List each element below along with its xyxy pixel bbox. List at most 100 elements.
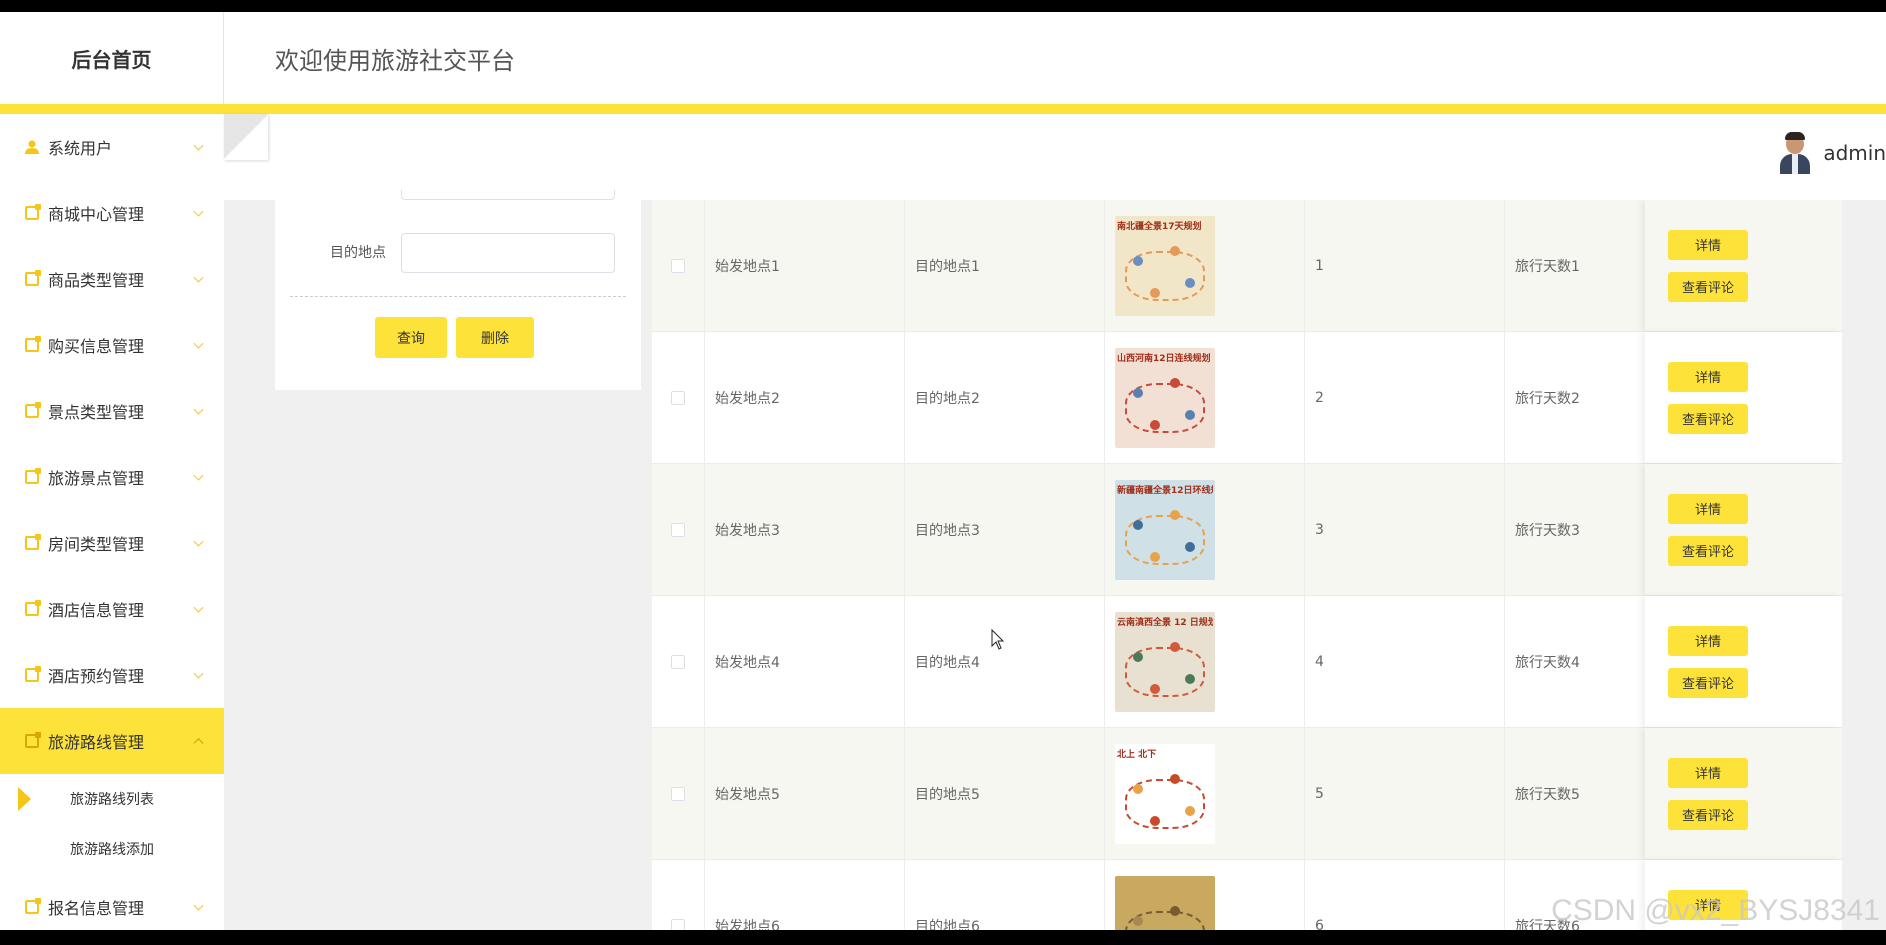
- chevron-down-icon: [193, 140, 204, 151]
- number-cell: 4: [1305, 596, 1505, 727]
- start-text: 始发地点1: [715, 258, 780, 275]
- edit-icon: [24, 534, 41, 551]
- table-row: 始发地点2 目的地点2 山西河南12日连线规划 2 旅行天数2 详情查看评论: [652, 332, 1842, 464]
- row-checkbox[interactable]: [671, 918, 685, 930]
- edit-icon: [24, 204, 41, 221]
- image-cell: [1105, 860, 1305, 930]
- row-checkbox-cell: [652, 464, 705, 595]
- detail-button[interactable]: 详情: [1668, 493, 1748, 524]
- start-cell: 始发地点5: [705, 728, 905, 859]
- sidebar-item-scenic-types[interactable]: 景点类型管理: [0, 378, 224, 444]
- image-cell: 南北疆全景17天规划: [1105, 200, 1305, 331]
- sidebar-item-label: 酒店预约管理: [48, 667, 145, 686]
- detail-button[interactable]: 详情: [1668, 361, 1748, 392]
- brand-home-link[interactable]: 后台首页: [0, 12, 224, 104]
- view-comments-button[interactable]: 查看评论: [1668, 667, 1748, 698]
- divider: [290, 296, 626, 297]
- row-checkbox-cell: [652, 332, 705, 463]
- start-text: 始发地点4: [715, 654, 780, 671]
- route-map-thumbnail[interactable]: 云南滇西全景 12 日规划: [1115, 611, 1215, 712]
- row-checkbox-cell: [652, 200, 705, 331]
- chevron-down-icon: [193, 536, 204, 547]
- dest-label: 目的地点: [330, 245, 386, 261]
- days-cell: 旅行天数5: [1505, 728, 1645, 859]
- user-icon: [24, 139, 40, 155]
- days-text: 旅行天数1: [1515, 258, 1580, 275]
- route-map-thumbnail[interactable]: 北上 北下: [1115, 743, 1215, 844]
- chevron-down-icon: [193, 900, 204, 911]
- row-checkbox[interactable]: [671, 786, 685, 801]
- collapse-toggle[interactable]: [224, 114, 268, 160]
- thumbnail-title: 北上 北下: [1117, 749, 1157, 760]
- sidebar-subitem-route-add[interactable]: 旅游路线添加: [0, 824, 224, 874]
- dest-cell: 目的地点3: [905, 464, 1105, 595]
- detail-button[interactable]: 详情: [1668, 625, 1748, 656]
- number-cell: 6: [1305, 860, 1505, 930]
- table-row: 始发地点3 目的地点3 新疆南疆全景12日环线规划 3 旅行天数3 详情查看评论: [652, 464, 1842, 596]
- view-comments-button[interactable]: 查看评论: [1668, 799, 1748, 830]
- sidebar-item-label: 商品类型管理: [48, 271, 145, 290]
- dest-cell: 目的地点4: [905, 596, 1105, 727]
- sidebar-item-hotel-booking[interactable]: 酒店预约管理: [0, 642, 224, 708]
- edit-icon: [24, 402, 41, 419]
- row-checkbox[interactable]: [671, 390, 685, 405]
- days-cell: 旅行天数3: [1505, 464, 1645, 595]
- sidebar-item-mall-center[interactable]: 商城中心管理: [0, 180, 224, 246]
- sidebar: 系统用户 商城中心管理 商品类型管理 购买信息管理 景点类型管理 旅游景点管理: [0, 114, 224, 930]
- thumbnail-title: 云南滇西全景 12 日规划: [1117, 617, 1213, 628]
- view-comments-button[interactable]: 查看评论: [1668, 271, 1748, 302]
- operations-cell: 详情查看评论: [1645, 464, 1842, 595]
- route-map-thumbnail[interactable]: 新疆南疆全景12日环线规划: [1115, 479, 1215, 580]
- detail-button[interactable]: 详情: [1668, 757, 1748, 788]
- sidebar-item-travel-routes[interactable]: 旅游路线管理: [0, 708, 224, 774]
- operations-cell: 详情查看评论: [1645, 728, 1842, 859]
- edit-icon: [24, 600, 41, 617]
- number-text: 2: [1315, 389, 1324, 406]
- image-cell: 云南滇西全景 12 日规划: [1105, 596, 1305, 727]
- delete-button[interactable]: 删除: [456, 317, 534, 358]
- dest-text: 目的地点3: [915, 522, 980, 539]
- start-text: 始发地点3: [715, 522, 780, 539]
- dest-text: 目的地点5: [915, 786, 980, 803]
- table-row: 始发地点5 目的地点5 北上 北下 5 旅行天数5 详情 查看评论: [652, 728, 1842, 860]
- sidebar-item-hotel-info[interactable]: 酒店信息管理: [0, 576, 224, 642]
- start-cell: 始发地点2: [705, 332, 905, 463]
- days-cell: 旅行天数2: [1505, 332, 1645, 463]
- sidebar-item-room-types[interactable]: 房间类型管理: [0, 510, 224, 576]
- operations-cell: 详情查看评论: [1645, 596, 1842, 727]
- sidebar-subitem-route-list[interactable]: 旅游路线列表: [0, 774, 224, 824]
- sidebar-item-purchase-info[interactable]: 购买信息管理: [0, 312, 224, 378]
- chevron-down-icon: [193, 338, 204, 349]
- user-menu[interactable]: admin: [1777, 132, 1886, 174]
- view-comments-button[interactable]: 查看评论: [1668, 535, 1748, 566]
- route-map-thumbnail[interactable]: 南北疆全景17天规划: [1115, 215, 1215, 316]
- days-text: 旅行天数3: [1515, 522, 1580, 539]
- detail-button[interactable]: 详情: [1668, 229, 1748, 260]
- sidebar-item-product-types[interactable]: 商品类型管理: [0, 246, 224, 312]
- row-checkbox[interactable]: [671, 654, 685, 669]
- sidebar-item-label: 旅游路线管理: [48, 733, 145, 752]
- chevron-down-icon: [193, 404, 204, 415]
- row-checkbox-cell: [652, 596, 705, 727]
- row-checkbox[interactable]: [671, 258, 685, 273]
- start-cell: 始发地点4: [705, 596, 905, 727]
- view-comments-button[interactable]: 查看评论: [1668, 403, 1748, 434]
- dest-input[interactable]: [401, 233, 615, 273]
- route-map-thumbnail[interactable]: 山西河南12日连线规划: [1115, 347, 1215, 448]
- number-text: 5: [1315, 785, 1324, 802]
- route-map-thumbnail[interactable]: [1115, 875, 1215, 930]
- edit-icon: [24, 270, 41, 287]
- dest-text: 目的地点4: [915, 654, 980, 671]
- chevron-down-icon: [193, 206, 204, 217]
- thumbnail-title: 南北疆全景17天规划: [1117, 221, 1202, 232]
- sidebar-item-system-users[interactable]: 系统用户: [0, 114, 224, 180]
- sidebar-item-scenic-spots[interactable]: 旅游景点管理: [0, 444, 224, 510]
- watermark: CSDN @vx2_BYSJ8341: [1551, 894, 1880, 927]
- tab-bar: admin: [224, 114, 1886, 200]
- dest-cell: 目的地点2: [905, 332, 1105, 463]
- query-button[interactable]: 查询: [375, 317, 447, 358]
- start-location-input[interactable]: [401, 190, 615, 200]
- sidebar-item-registrations[interactable]: 报名信息管理: [0, 874, 224, 930]
- row-checkbox[interactable]: [671, 522, 685, 537]
- table-row: 始发地点1 目的地点1 南北疆全景17天规划 1 旅行天数1 详情 查看评论: [652, 200, 1842, 332]
